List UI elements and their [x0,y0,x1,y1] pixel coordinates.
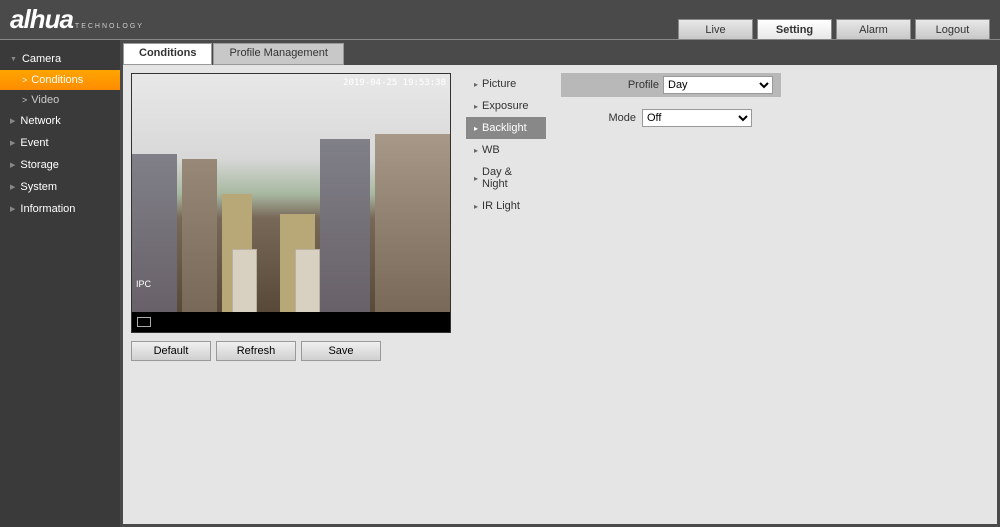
tab-bar: Conditions Profile Management [123,43,1000,65]
settings-panel: Profile Day Mode Off [561,73,989,516]
action-buttons: Default Refresh Save [131,341,451,361]
menu-ir-light[interactable]: IR Light [466,195,546,217]
mode-label: Mode [591,112,636,124]
sidebar-section-network[interactable]: Network [0,110,120,132]
refresh-button[interactable]: Refresh [216,341,296,361]
tab-conditions[interactable]: Conditions [123,43,212,65]
nav-live[interactable]: Live [678,19,753,39]
sidebar-section-camera[interactable]: Camera [0,48,120,70]
logo-text: alhua [10,4,73,35]
top-nav: Live Setting Alarm Logout [678,19,1000,39]
profile-select[interactable]: Day [663,76,773,94]
profile-row: Profile Day [561,73,781,97]
decor [182,159,217,314]
mode-row: Mode Off [561,109,989,127]
sidebar-section-event[interactable]: Event [0,132,120,154]
sidebar-section-system[interactable]: System [0,176,120,198]
decor [132,154,177,314]
decor [320,139,370,314]
main-container: Camera Conditions Video Network Event St… [0,40,1000,527]
menu-picture[interactable]: Picture [466,73,546,95]
left-panel: 2019-04-25 19:53:38 IPC Default Refresh … [131,73,451,516]
save-button[interactable]: Save [301,341,381,361]
sidebar: Camera Conditions Video Network Event St… [0,40,120,527]
tab-profile-management[interactable]: Profile Management [213,43,343,65]
nav-logout[interactable]: Logout [915,19,990,39]
fullscreen-icon[interactable] [137,317,151,327]
sidebar-section-information[interactable]: Information [0,198,120,220]
nav-setting[interactable]: Setting [757,19,832,39]
video-toolbar [132,312,450,332]
mode-select[interactable]: Off [642,109,752,127]
menu-wb[interactable]: WB [466,139,546,161]
profile-label: Profile [628,79,659,91]
sidebar-item-video[interactable]: Video [0,90,120,110]
video-preview: 2019-04-25 19:53:38 IPC [131,73,451,333]
menu-backlight[interactable]: Backlight [466,117,546,139]
menu-day-night[interactable]: Day & Night [466,161,546,195]
sidebar-item-conditions[interactable]: Conditions [0,70,120,90]
logo: alhua TECHNOLOGY [0,4,144,39]
content-body: 2019-04-25 19:53:38 IPC Default Refresh … [123,65,997,524]
menu-exposure[interactable]: Exposure [466,95,546,117]
sidebar-section-storage[interactable]: Storage [0,154,120,176]
settings-menu: Picture Exposure Backlight WB Day & Nigh… [466,73,546,516]
video-content: 2019-04-25 19:53:38 IPC [132,74,450,314]
default-button[interactable]: Default [131,341,211,361]
header: alhua TECHNOLOGY Live Setting Alarm Logo… [0,0,1000,40]
content-area: Conditions Profile Management 2019-0 [120,40,1000,527]
decor [295,249,320,314]
decor [232,249,257,314]
nav-alarm[interactable]: Alarm [836,19,911,39]
video-watermark: IPC [136,279,151,289]
decor [375,134,450,314]
video-timestamp: 2019-04-25 19:53:38 [343,78,446,88]
logo-tagline: TECHNOLOGY [75,23,144,30]
